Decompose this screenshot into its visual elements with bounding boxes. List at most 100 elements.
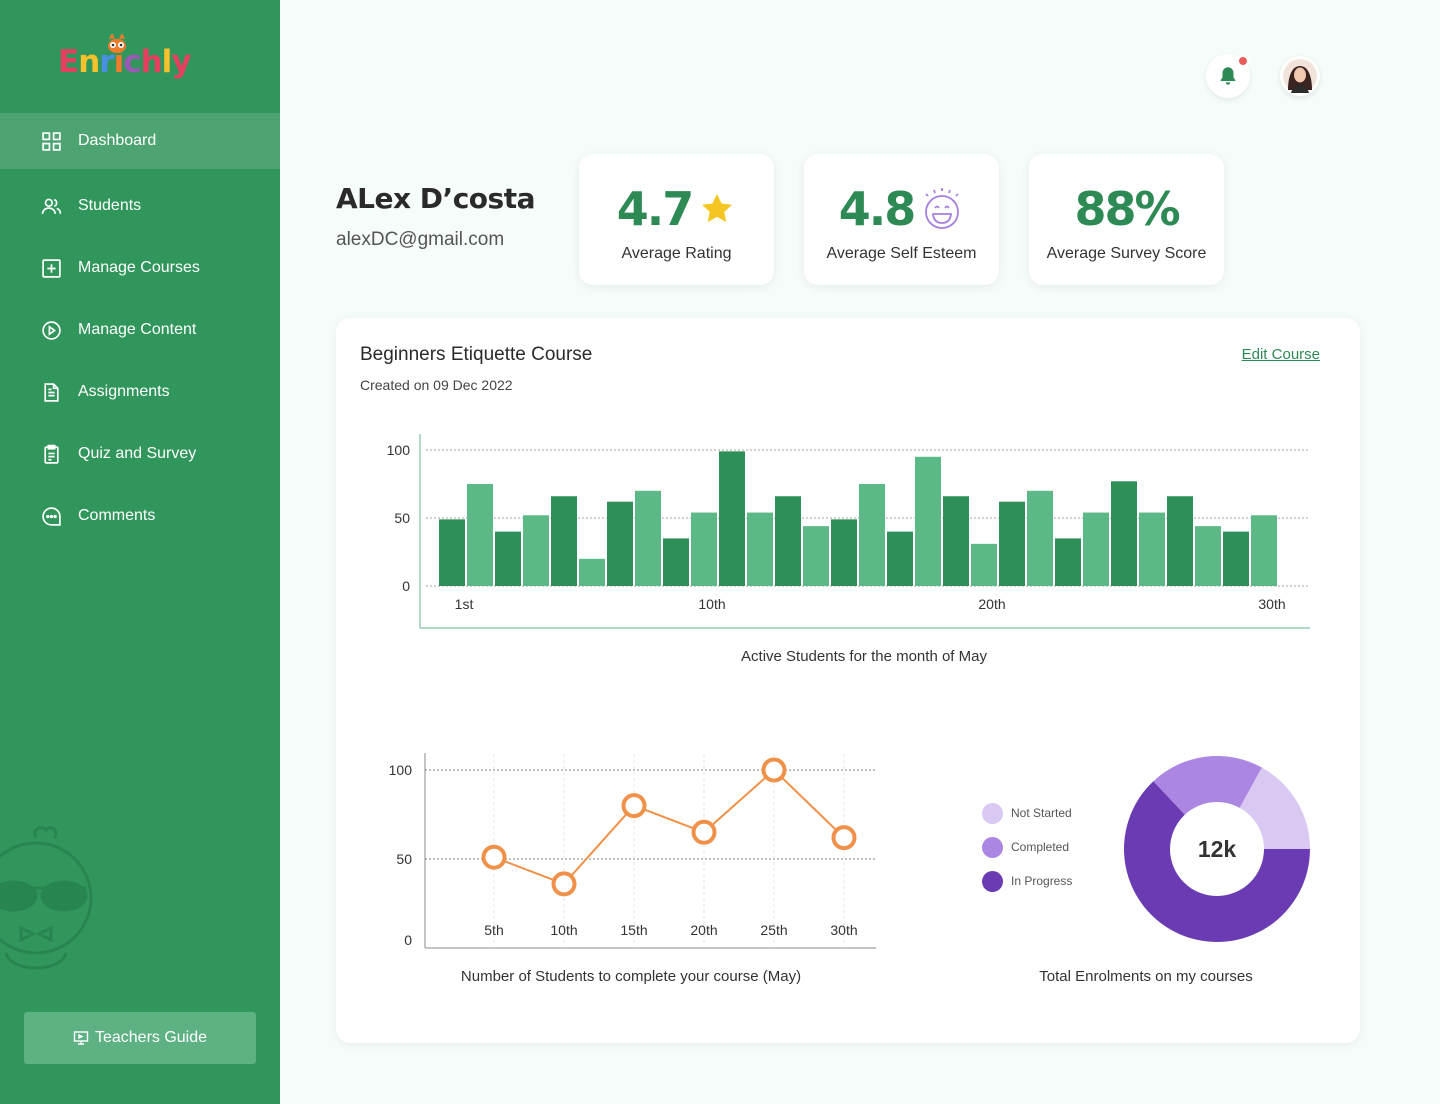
notification-badge — [1237, 55, 1249, 67]
donut-center-label: 12k — [1198, 836, 1237, 862]
line-chart-caption: Number of Students to complete your cour… — [460, 968, 802, 985]
document-icon — [40, 381, 62, 403]
bar — [691, 512, 717, 586]
bar — [523, 515, 549, 586]
sidebar-item-label: Quiz and Survey — [78, 445, 197, 462]
x-tick-label: 10th — [698, 596, 725, 612]
bar — [551, 496, 577, 586]
x-tick-label: 20th — [978, 596, 1005, 612]
user-avatar[interactable] — [1280, 56, 1320, 96]
stat-value: 88% — [1074, 182, 1180, 236]
data-point — [551, 871, 577, 897]
sidebar-item-label: Manage Content — [78, 321, 197, 338]
bar — [943, 496, 969, 586]
bar — [1251, 515, 1277, 586]
bar — [775, 496, 801, 586]
bar — [915, 456, 941, 586]
sidebar-item-label: Students — [78, 197, 142, 214]
x-tick-label: 20th — [690, 922, 717, 938]
bar — [439, 519, 465, 586]
legend-swatch — [982, 802, 1003, 824]
y-tick-label: 100 — [387, 442, 411, 458]
sidebar-item-comments[interactable]: Comments — [0, 485, 280, 547]
sidebar-item-dashboard[interactable]: Dashboard — [0, 113, 280, 169]
brand-logo[interactable]: Enrichly — [58, 34, 192, 86]
course-card: Beginners Etiquette Course Created on 09… — [336, 318, 1360, 1043]
bar — [1223, 531, 1249, 586]
chat-icon — [40, 505, 62, 527]
bar — [579, 558, 605, 586]
plus-square-icon — [40, 257, 62, 279]
legend-swatch — [982, 836, 1003, 858]
teachers-guide-button[interactable]: Teachers Guide — [24, 1012, 256, 1064]
sidebar-item-label: Dashboard — [78, 132, 157, 149]
bar — [467, 484, 493, 586]
legend-item: Completed — [982, 830, 1072, 864]
play-circle-icon — [40, 319, 62, 341]
data-point — [621, 793, 647, 819]
data-point — [831, 825, 857, 851]
x-tick-label: 30th — [830, 922, 857, 938]
avatar-image — [1283, 59, 1317, 93]
pie-legend: Not Started Completed In Progress — [982, 796, 1072, 898]
bar — [495, 531, 521, 586]
star-icon — [702, 193, 733, 223]
bar — [1055, 538, 1081, 586]
presentation-icon — [73, 1031, 89, 1045]
y-tick-label: 100 — [389, 762, 413, 778]
sidebar-item-assignments[interactable]: Assignments — [0, 361, 280, 423]
bar-chart-caption: Active Students for the month of May — [741, 648, 987, 665]
legend-item: Not Started — [982, 796, 1072, 830]
data-point — [481, 844, 507, 870]
bell-icon — [1220, 67, 1236, 85]
dashboard-icon — [40, 130, 62, 152]
sidebar-item-manage-content[interactable]: Manage Content — [0, 299, 280, 361]
legend-item: In Progress — [982, 864, 1072, 898]
stat-label: Average Survey Score — [1046, 245, 1207, 262]
stat-card-average-self-esteem: 4.8 Average Self Esteem — [804, 154, 999, 285]
bar — [971, 543, 997, 586]
bar — [859, 484, 885, 586]
smile-icon — [925, 188, 960, 229]
x-tick-label: 30th — [1258, 596, 1285, 612]
bar — [607, 501, 633, 586]
users-icon — [40, 195, 62, 217]
sidebar-item-quiz-and-survey[interactable]: Quiz and Survey — [0, 423, 280, 485]
bar — [831, 519, 857, 586]
bar — [999, 501, 1025, 586]
bar — [887, 531, 913, 586]
bar — [1083, 512, 1109, 586]
stat-card-average-survey-score: 88% Average Survey Score — [1029, 154, 1224, 285]
mascot-illustration — [0, 826, 93, 970]
sidebar-item-label: Assignments — [78, 383, 170, 400]
x-tick-label: 5th — [484, 922, 503, 938]
teacher-email: alexDC@gmail.com — [336, 229, 505, 250]
stat-label: Average Self Esteem — [826, 245, 977, 262]
stat-card-average-rating: 4.7 Average Rating — [579, 154, 774, 285]
bar — [719, 451, 745, 586]
stat-label: Average Rating — [621, 245, 732, 262]
data-point — [691, 819, 717, 845]
data-point — [761, 757, 787, 783]
sidebar-item-manage-courses[interactable]: Manage Courses — [0, 237, 280, 299]
sidebar-item-label: Comments — [78, 507, 156, 524]
x-tick-label: 1st — [455, 596, 474, 612]
series-line — [493, 768, 845, 886]
bar — [663, 538, 689, 586]
bar — [635, 490, 661, 586]
sidebar-item-label: Manage Courses — [78, 259, 200, 276]
bar — [1139, 512, 1165, 586]
pie-chart-caption: Total Enrolments on my courses — [1039, 968, 1253, 985]
teacher-name: ALex D’costa — [336, 182, 535, 215]
y-tick-label: 50 — [394, 510, 410, 526]
bar — [747, 512, 773, 586]
course-charts: 0 50 100 1st 10th 20th 30th 0 50 100 5th 10th 15th 20… — [387, 434, 1310, 949]
sidebar-nav: Dashboard Students Manage Courses Manage… — [0, 113, 280, 547]
sidebar-item-students[interactable]: Students — [0, 175, 280, 237]
sidebar: Enrichly Dashboard Students Manage Cours… — [0, 0, 280, 1104]
y-tick-label: 50 — [396, 851, 412, 867]
bar — [803, 526, 829, 586]
bar — [1027, 490, 1053, 586]
teachers-guide-label: Teachers Guide — [94, 1029, 208, 1046]
stat-value: 4.7 — [616, 182, 694, 236]
